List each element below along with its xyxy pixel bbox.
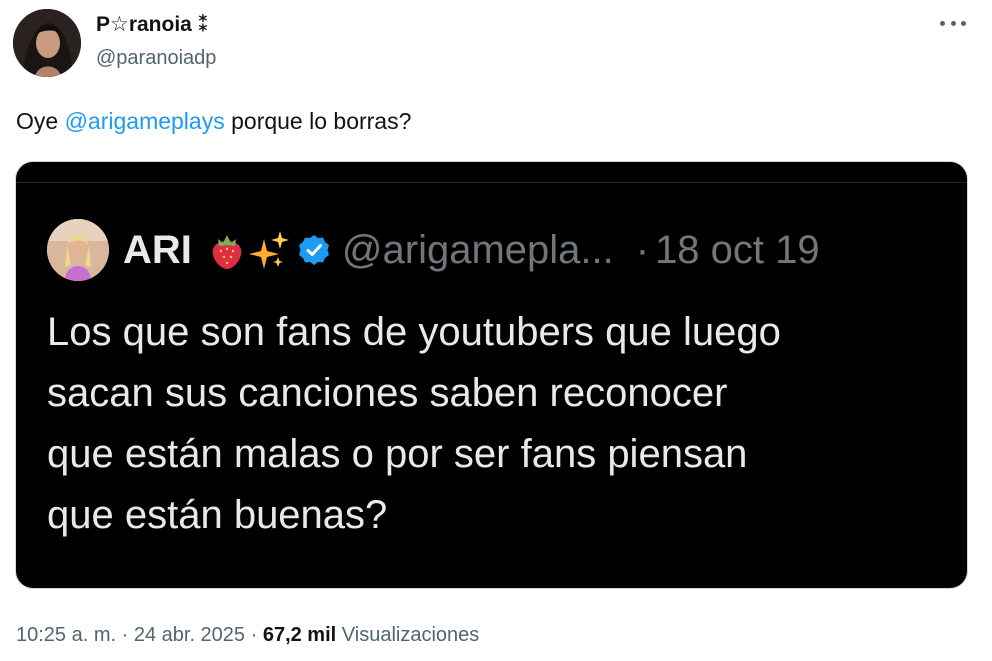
tweet-text: Oye @arigameplays porque lo borras?: [16, 108, 411, 135]
views-label: Visualizaciones: [336, 624, 480, 646]
more-dots-icon[interactable]: [940, 18, 966, 28]
author-avatar[interactable]: [13, 9, 81, 77]
dot: [940, 20, 945, 26]
author-handle[interactable]: @paranoiadp: [96, 47, 216, 70]
quoted-tweet-card[interactable]: ARI @arigamepla... · 18 oct 19 Los que s…: [15, 161, 968, 589]
mention-link[interactable]: @arigameplays: [65, 108, 225, 134]
quote-divider: [16, 182, 967, 183]
verified-badge-icon: [298, 235, 329, 265]
author-display-name[interactable]: P☆ranoia ⁑: [96, 12, 209, 37]
dot: [950, 20, 956, 26]
quoted-tweet-body: Los que son fans de youtubers que luego …: [47, 310, 781, 537]
quoted-author-handle[interactable]: @arigamepla...: [342, 228, 614, 273]
quoted-author-name[interactable]: ARI: [123, 228, 192, 273]
quoted-tweet-date[interactable]: 18 oct 19: [655, 228, 820, 273]
tweet-timestamp[interactable]: 10:25 a. m. · 24 abr. 2025 ·: [16, 624, 263, 646]
tweet-text-prefix: Oye: [16, 108, 65, 134]
dot: [961, 20, 966, 26]
tweet-meta: 10:25 a. m. · 24 abr. 2025 · 67,2 mil Vi…: [16, 624, 479, 647]
strawberry-emoji: [212, 235, 242, 269]
tweet-text-suffix: porque lo borras?: [224, 108, 412, 134]
quoted-author-avatar[interactable]: [47, 219, 109, 281]
quoted-tweet-header: ARI @arigamepla... · 18 oct 19: [123, 224, 820, 276]
views-count: 67,2 mil: [262, 624, 337, 646]
sparkles-emoji: [248, 231, 289, 269]
name-emojis: [206, 229, 290, 271]
separator-dot: ·: [635, 227, 650, 272]
tweet-page: P☆ranoia ⁑ @paranoiadp Oye @arigameplays…: [0, 0, 992, 661]
